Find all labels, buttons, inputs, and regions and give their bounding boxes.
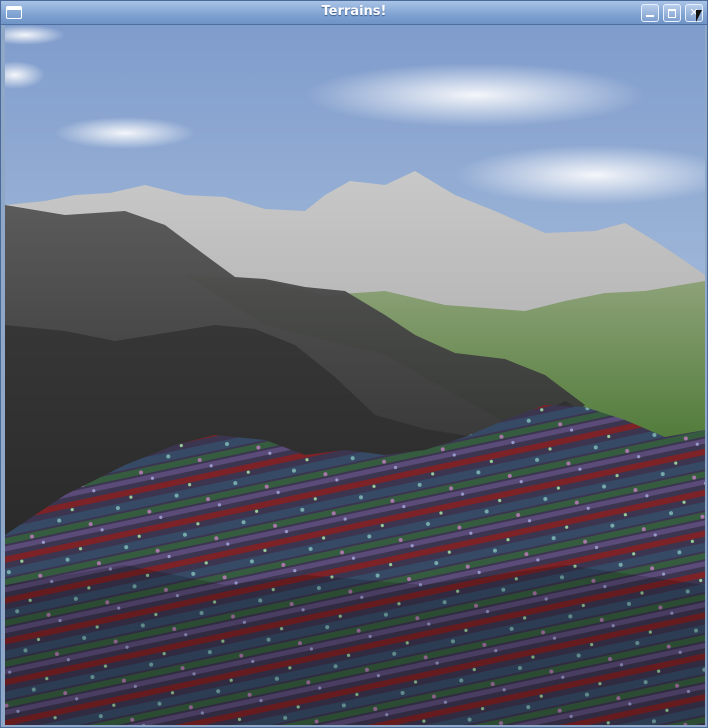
- application-window: Terrains!: [0, 0, 708, 728]
- terrain-shading: [5, 565, 705, 725]
- mouse-cursor-icon: [696, 10, 702, 22]
- maximize-icon[interactable]: [663, 4, 681, 22]
- minimize-icon[interactable]: [641, 4, 659, 22]
- window-title: Terrains!: [321, 4, 387, 19]
- terrain-scene: [5, 25, 705, 725]
- terrain-render-viewport[interactable]: [5, 25, 705, 725]
- title-bar[interactable]: Terrains!: [1, 1, 707, 25]
